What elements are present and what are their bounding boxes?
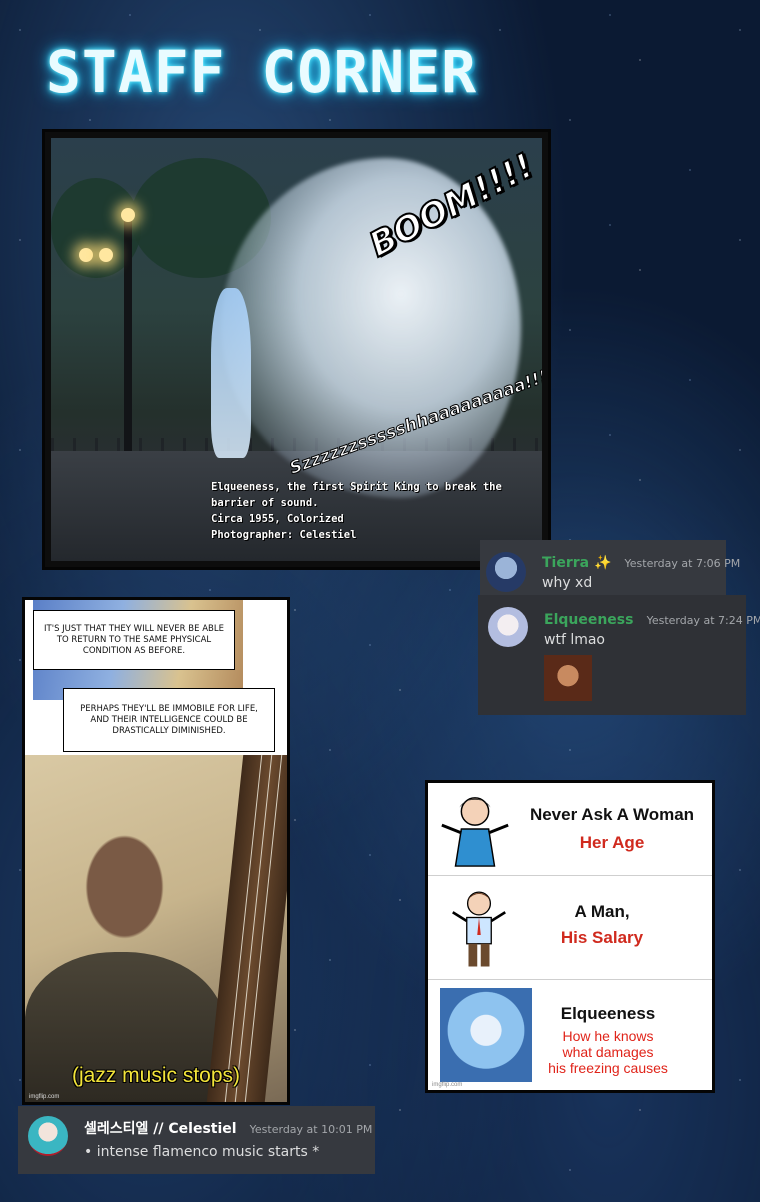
speech-bubble: PERHAPS THEY'LL BE IMMOBILE FOR LIFE, AN… — [63, 688, 275, 752]
spirit-figure — [211, 288, 251, 458]
caption-line: Elqueeness, the first Spirit King to bre… — [211, 481, 502, 509]
timestamp: Yesterday at 10:01 PM — [249, 1123, 373, 1136]
meme-row-man: A Man, His Salary — [428, 876, 712, 980]
jazz-musician-image: (jazz music stops) imgflip.com — [25, 755, 287, 1102]
elqueeness-portrait — [440, 988, 532, 1082]
chat-message-tierra: Tierra ✨ Yesterday at 7:06 PM why xd — [480, 540, 740, 598]
speech-bubble: IT'S JUST THAT THEY WILL NEVER BE ABLE T… — [33, 610, 235, 670]
night-park-scene: BOOM!!!! Szzzzzzssssshhaaaaaaaaa!!!~ Elq… — [51, 138, 542, 561]
watermark: imgflip.com — [432, 1082, 463, 1088]
message-text: wtf lmao — [544, 632, 605, 648]
avatar[interactable] — [28, 1116, 68, 1156]
lamp-light — [121, 208, 135, 222]
chat-message-elqueeness: Elqueeness Yesterday at 7:24 PM wtf lmao — [478, 595, 760, 715]
timestamp: Yesterday at 7:24 PM — [646, 614, 760, 627]
watermark: imgflip.com — [29, 1094, 60, 1100]
timestamp: Yesterday at 7:06 PM — [624, 557, 741, 570]
lamp-light — [79, 248, 93, 262]
username[interactable]: 셀레스티엘 // Celestiel — [84, 1121, 237, 1137]
message-content: intense flamenco music starts * — [96, 1144, 320, 1160]
lamp-post — [124, 218, 132, 468]
photo-caption: Elqueeness, the first Spirit King to bre… — [211, 479, 542, 543]
woman-shrug-icon — [441, 797, 509, 867]
comic-strip: IT'S JUST THAT THEY WILL NEVER BE ABLE T… — [25, 600, 287, 755]
meme-line: Her Age — [579, 833, 645, 852]
message-text: • intense flamenco music starts * — [84, 1144, 372, 1160]
meme-line: How he knows — [562, 1028, 654, 1044]
username[interactable]: Elqueeness — [544, 612, 633, 628]
comic-meme-panel: IT'S JUST THAT THEY WILL NEVER BE ABLE T… — [22, 597, 290, 1105]
meme-line: His Salary — [560, 928, 644, 947]
meme-row-elqueeness: Elqueeness How he knows what damages his… — [428, 980, 712, 1090]
meme-line: his freezing causes — [548, 1060, 668, 1076]
username[interactable]: Tierra ✨ — [542, 555, 611, 571]
attachment-image[interactable] — [544, 655, 592, 701]
ghost-photo-panel: BOOM!!!! Szzzzzzssssshhaaaaaaaaa!!!~ Elq… — [42, 129, 551, 570]
chat-message-celestiel: 셀레스티엘 // Celestiel Yesterday at 10:01 PM… — [18, 1106, 375, 1174]
bullet-icon: • — [84, 1144, 97, 1160]
meme-line: what damages — [562, 1044, 654, 1060]
meme-line: Elqueeness — [560, 1004, 656, 1023]
caption-line: Circa 1955, Colorized — [211, 513, 344, 525]
meme-line: Never Ask A Woman — [529, 805, 695, 824]
meme-line: A Man, — [574, 902, 630, 921]
lamp-light — [99, 248, 113, 262]
man-shrug-icon — [452, 891, 506, 967]
page-title: STAFF CORNER — [46, 38, 478, 106]
message-text: why xd — [542, 575, 593, 591]
avatar[interactable] — [488, 607, 528, 647]
meme-row-woman: Never Ask A Woman Her Age — [428, 783, 712, 876]
jazz-caption: (jazz music stops) — [71, 1064, 241, 1087]
double-bass — [206, 755, 287, 1102]
never-ask-meme-panel: Never Ask A Woman Her Age A Man, His Sal… — [425, 780, 715, 1093]
avatar[interactable] — [486, 552, 526, 592]
